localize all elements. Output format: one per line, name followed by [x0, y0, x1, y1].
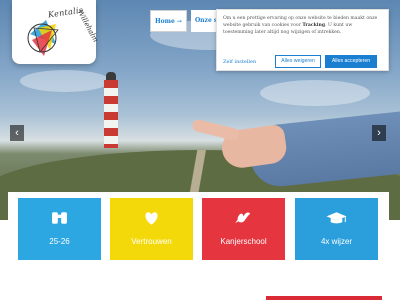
dove-icon	[235, 212, 251, 223]
cookie-text-part1: Om u een prettige ervaring op onze websi…	[223, 16, 378, 29]
cookie-text-bold: Tracking	[302, 23, 326, 29]
tile-label: Kanjerschool	[220, 237, 267, 246]
accept-all-button[interactable]: Alles accepteren	[325, 55, 377, 68]
chevron-right-icon[interactable]: ›	[372, 125, 386, 141]
cookie-settings-link[interactable]: Zelf instellen	[223, 59, 271, 65]
tile-label: 25-26	[49, 237, 70, 246]
reject-all-button[interactable]: Alles weigeren	[275, 55, 321, 68]
pointing-finger-image	[191, 118, 241, 142]
tile-label: Vertrouwen	[131, 237, 172, 246]
school-logo[interactable]: Kentalis Willehalm	[12, 0, 100, 64]
graduation-cap-icon	[326, 212, 347, 224]
binoculars-icon	[52, 212, 67, 224]
heart-icon	[145, 212, 158, 225]
footer-accent-bar	[266, 296, 382, 300]
cloud	[260, 80, 370, 106]
nav-item-home[interactable]: Home →	[150, 10, 187, 32]
cookie-text: Om u een prettige ervaring op onze websi…	[223, 15, 382, 37]
cookie-banner: Om u een prettige ervaring op onze websi…	[216, 9, 389, 71]
tile-label: 4x wijzer	[320, 237, 353, 246]
tile-4x-wijzer[interactable]: 4x wijzer	[295, 198, 378, 260]
lighthouse-image	[104, 72, 118, 148]
tile-kanjerschool[interactable]: Kanjerschool	[202, 198, 285, 260]
cookie-actions: Zelf instellen Alles weigeren Alles acce…	[223, 55, 377, 68]
chevron-left-icon[interactable]: ‹	[10, 125, 24, 141]
tile-25-26[interactable]: 25-26	[18, 198, 101, 260]
cloud	[20, 70, 110, 92]
tile-vertrouwen[interactable]: Vertrouwen	[110, 198, 193, 260]
